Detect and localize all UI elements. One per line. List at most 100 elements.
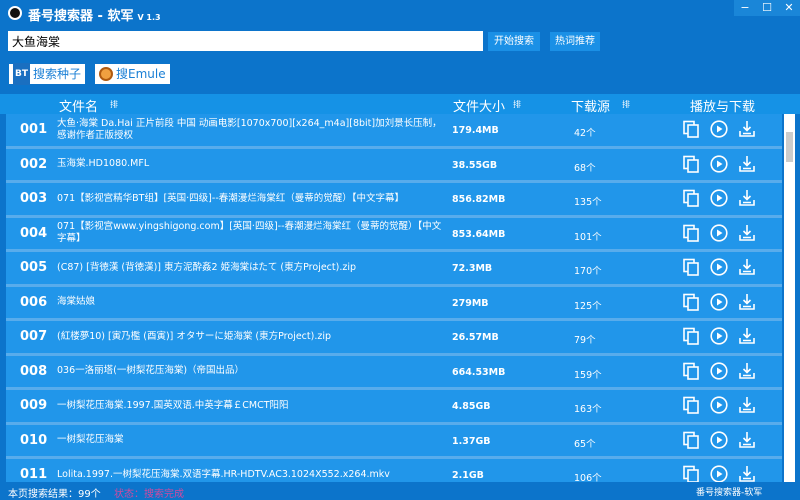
play-icon[interactable] [710, 430, 728, 449]
file-name: 海棠姑娘 [57, 296, 96, 308]
download-icon[interactable] [738, 224, 756, 242]
download-icon[interactable] [738, 189, 756, 207]
row-actions [682, 258, 756, 276]
table-row[interactable]: 009 一树梨花压海棠.1997.国英双语.中英字幕￡CMCT阳阳 4.85GB… [6, 390, 782, 425]
play-icon[interactable] [710, 292, 728, 311]
download-icon[interactable] [738, 396, 756, 414]
download-icon[interactable] [738, 120, 756, 138]
sort-sources-button[interactable]: 排 [622, 99, 630, 110]
col-size[interactable]: 文件大小 [453, 96, 505, 115]
magnifier-app-icon [8, 6, 22, 20]
play-icon[interactable] [710, 465, 728, 482]
file-name: 071【影视宫www.yingshigong.com】[英国·四级]--春潮漫烂… [57, 221, 442, 245]
play-icon[interactable] [710, 120, 728, 138]
search-input[interactable] [8, 31, 483, 51]
download-icon[interactable] [738, 362, 756, 380]
download-icon[interactable] [738, 293, 756, 311]
copy-icon[interactable] [682, 224, 700, 242]
row-number: 011 [20, 467, 48, 482]
copy-icon[interactable] [682, 258, 700, 276]
download-icon[interactable] [738, 431, 756, 449]
seed-label: 搜索种子 [33, 67, 82, 81]
download-icon[interactable] [738, 155, 756, 173]
row-actions [682, 396, 756, 414]
file-size: 38.55GB [452, 159, 498, 171]
file-name: 071【影视宫精华BT组】[英国·四级]--春潮漫烂海棠红（曼蒂的觉醒）【中文字… [57, 192, 404, 204]
copy-icon[interactable] [682, 396, 700, 414]
file-name: 玉海棠.HD1080.MFL [57, 158, 150, 170]
table-row[interactable]: 011 Lolita.1997.一树梨花压海棠.双语字幕.HR-HDTV.AC3… [6, 459, 782, 482]
copy-icon[interactable] [682, 189, 700, 207]
file-size: 2.1GB [452, 470, 484, 481]
row-actions [682, 120, 756, 138]
table-row[interactable]: 004 071【影视宫www.yingshigong.com】[英国·四级]--… [6, 217, 782, 252]
file-name: Lolita.1997.一树梨花压海棠.双语字幕.HR-HDTV.AC3.102… [57, 468, 390, 480]
close-button[interactable]: ✕ [778, 0, 800, 16]
copy-icon[interactable] [682, 155, 700, 173]
play-icon[interactable] [710, 258, 728, 276]
source-count: 125个 [574, 300, 602, 312]
source-count: 170个 [574, 266, 602, 277]
download-icon[interactable] [738, 465, 756, 482]
table-row[interactable]: 003 071【影视宫精华BT组】[英国·四级]--春潮漫烂海棠红（曼蒂的觉醒）… [6, 183, 782, 218]
result-count: 本页搜索结果：99个 [8, 489, 101, 500]
file-name: 一树梨花压海棠 [57, 434, 124, 446]
search-emule-button[interactable]: 搜Emule [95, 64, 170, 84]
copy-icon[interactable] [682, 120, 700, 138]
col-name[interactable]: 文件名 [59, 96, 98, 115]
copy-icon[interactable] [682, 465, 700, 482]
table-row[interactable]: 006 海棠姑娘 279MB 125个 [6, 286, 782, 321]
file-size: 1.37GB [452, 435, 491, 447]
file-size: 853.64MB [452, 228, 506, 240]
scrollbar-thumb[interactable] [786, 132, 793, 162]
file-size: 26.57MB [452, 332, 499, 343]
watermark: 番号搜索器-软军 [696, 488, 763, 498]
play-icon[interactable] [710, 223, 728, 242]
bt-icon: BT [13, 63, 30, 85]
file-size: 279MB [452, 297, 489, 309]
row-number: 005 [20, 260, 48, 275]
row-number: 008 [20, 363, 48, 379]
row-actions [682, 223, 756, 242]
sort-size-button[interactable]: 排 [513, 99, 521, 110]
emule-label: 搜Emule [116, 67, 166, 81]
table-row[interactable]: 005 (C87) [背徳漢 (背徳漢)] 東方泥酔姦2 姫海棠はたて (東方P… [6, 252, 782, 287]
file-name: 036一洛丽塔(一树梨花压海棠)（帝国出品） [57, 365, 245, 377]
source-count: 42个 [574, 128, 596, 139]
copy-icon[interactable] [682, 327, 700, 345]
table-row[interactable]: 008 036一洛丽塔(一树梨花压海棠)（帝国出品） 664.53MB 159个 [6, 355, 782, 390]
status-bar: 本页搜索结果：99个 状态：搜索完成 番号搜索器-软军 [0, 482, 800, 500]
col-sources[interactable]: 下载源 [571, 96, 610, 115]
source-count: 163个 [574, 404, 602, 415]
download-icon[interactable] [738, 258, 756, 276]
download-icon[interactable] [738, 327, 756, 345]
scrollbar[interactable] [784, 114, 795, 482]
title-text: 番号搜索器 - 软军 [28, 9, 134, 24]
table-row[interactable]: 007 (紅楼夢10) [寅乃檻 (酉寅)] オタサーに姫海棠 (東方Proje… [6, 321, 782, 356]
minimize-button[interactable]: − [734, 0, 756, 16]
source-count: 68个 [574, 162, 596, 174]
version-label: V 1.3 [137, 13, 161, 22]
row-number: 009 [20, 398, 48, 413]
maximize-button[interactable]: ☐ [756, 0, 778, 16]
sort-name-button[interactable]: 排 [110, 99, 118, 110]
window-controls: − ☐ ✕ [734, 0, 800, 16]
hot-words-button[interactable]: 热词推荐 [550, 32, 600, 51]
copy-icon[interactable] [682, 362, 700, 380]
play-icon[interactable] [710, 154, 728, 173]
table-row[interactable]: 010 一树梨花压海棠 1.37GB 65个 [6, 424, 782, 459]
start-search-button[interactable]: 开始搜索 [488, 32, 540, 51]
play-icon[interactable] [710, 327, 728, 345]
table-row[interactable]: 001 大鱼·海棠 Da.Hai 正片前段 中国 动画电影[1070x700][… [6, 114, 782, 149]
file-size: 664.53MB [452, 366, 506, 378]
source-count: 101个 [574, 231, 602, 243]
file-name: (C87) [背徳漢 (背徳漢)] 東方泥酔姦2 姫海棠はたて (東方Proje… [57, 261, 357, 273]
file-size: 179.4MB [452, 125, 499, 136]
play-icon[interactable] [710, 361, 728, 380]
copy-icon[interactable] [682, 293, 700, 311]
search-seed-button[interactable]: BT 搜索种子 [9, 63, 86, 85]
table-row[interactable]: 002 玉海棠.HD1080.MFL 38.55GB 68个 [6, 148, 782, 183]
play-icon[interactable] [710, 396, 728, 414]
copy-icon[interactable] [682, 431, 700, 449]
play-icon[interactable] [710, 189, 728, 207]
